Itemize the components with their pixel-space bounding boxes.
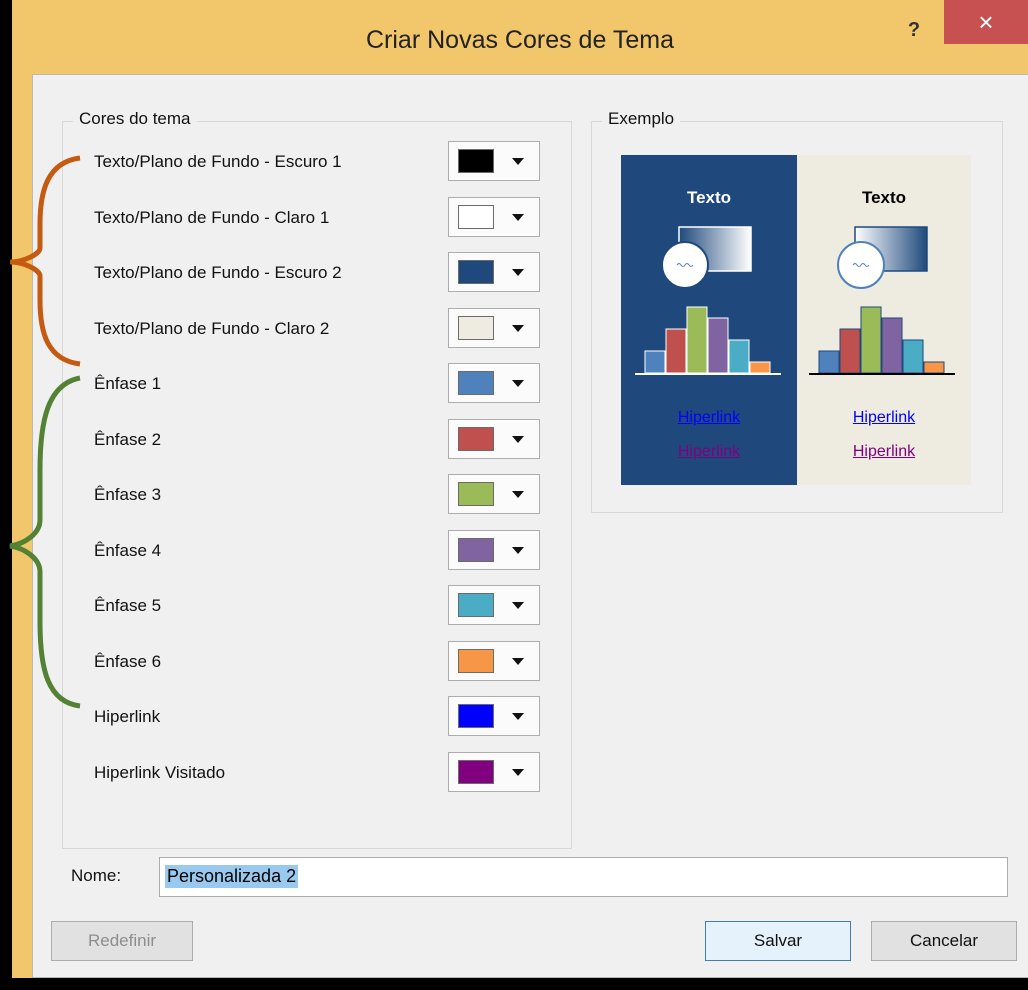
theme-color-picker[interactable] [448, 141, 540, 181]
preview-dark-visited-hyperlink[interactable]: Hiperlink [621, 443, 797, 461]
preview-light-hyperlink[interactable]: Hiperlink [797, 409, 971, 427]
preview-bar [686, 306, 708, 374]
color-swatch [458, 260, 494, 284]
theme-color-label: Texto/Plano de Fundo - Claro 2 [94, 318, 330, 338]
preview-bar [860, 306, 882, 374]
title-bar[interactable]: Criar Novas Cores de Tema ? × [12, 0, 1028, 74]
dropdown-arrow-icon [512, 213, 524, 221]
text-background-brace [9, 155, 81, 367]
color-swatch [458, 204, 494, 229]
preview-bar [749, 361, 771, 374]
theme-color-picker[interactable] [448, 696, 540, 736]
preview-bar [881, 317, 903, 374]
theme-color-picker[interactable] [448, 640, 540, 681]
grouping-braces [9, 155, 81, 709]
theme-color-picker[interactable] [448, 418, 540, 459]
theme-color-picker[interactable] [448, 363, 540, 403]
theme-color-label: Texto/Plano de Fundo - Claro 1 [94, 207, 330, 227]
color-swatch [458, 482, 494, 506]
preview-bar [923, 361, 945, 374]
close-button[interactable]: × [944, 0, 1028, 44]
preview-bar [665, 328, 687, 374]
color-swatch [458, 149, 494, 173]
example-group-label: Exemplo [602, 109, 681, 129]
dropdown-arrow-icon [512, 546, 524, 554]
window-bottom-edge [12, 978, 1028, 990]
theme-colors-group-label: Cores do tema [73, 109, 197, 129]
dialog-client-area: Cores do tema Exemplo Texto Hiperlink Hi… [32, 74, 1028, 978]
preview-bar [839, 328, 861, 374]
theme-color-picker[interactable] [448, 585, 540, 625]
preview-bar [818, 350, 840, 374]
color-swatch [458, 371, 494, 395]
color-swatch [458, 426, 494, 451]
preview-bar [902, 339, 924, 374]
name-input[interactable]: Personalizada 2 [159, 857, 1008, 897]
preview-dark-panel: Texto Hiperlink Hiperlink [621, 155, 797, 485]
theme-color-picker[interactable] [448, 474, 540, 514]
theme-color-picker[interactable] [448, 529, 540, 570]
cancel-button[interactable]: Cancelar [871, 921, 1017, 961]
dialog-title: Criar Novas Cores de Tema [366, 26, 674, 54]
preview-dark-graphics [635, 226, 781, 375]
theme-color-picker[interactable] [448, 196, 540, 237]
dropdown-arrow-icon [512, 657, 524, 665]
dropdown-arrow-icon [512, 324, 524, 332]
dropdown-arrow-icon [512, 768, 524, 776]
preview-light-visited-hyperlink[interactable]: Hiperlink [797, 443, 971, 461]
accents-brace [9, 375, 81, 709]
color-swatch [458, 704, 494, 728]
theme-color-picker[interactable] [448, 307, 540, 348]
dropdown-arrow-icon [512, 713, 524, 720]
color-swatch [458, 593, 494, 617]
preview-light-graphics [809, 226, 955, 375]
save-button[interactable]: Salvar [705, 921, 851, 961]
theme-color-picker[interactable] [448, 751, 540, 792]
dropdown-arrow-icon [512, 435, 524, 443]
theme-color-picker[interactable] [448, 252, 540, 292]
dropdown-arrow-icon [512, 491, 524, 498]
preview-light-panel: Texto Hiperlink Hiperlink [797, 155, 971, 485]
preview-light-bars [818, 306, 945, 374]
preview-bar [728, 339, 750, 374]
preview-bar [644, 350, 666, 374]
preview-dark-bars [644, 306, 771, 374]
reset-button[interactable]: Redefinir [51, 921, 193, 961]
preview-dark-hyperlink[interactable]: Hiperlink [621, 409, 797, 427]
example-preview: Texto Hiperlink Hiperlink Texto Hiperlin… [621, 155, 971, 485]
color-swatch [458, 759, 494, 784]
help-button[interactable]: ? [900, 16, 928, 44]
color-swatch [458, 537, 494, 562]
dropdown-arrow-icon [512, 158, 524, 165]
color-swatch [458, 315, 494, 340]
dropdown-arrow-icon [512, 602, 524, 609]
theme-color-label: Texto/Plano de Fundo - Escuro 1 [94, 152, 342, 171]
preview-bar [707, 317, 729, 374]
color-swatch [458, 648, 494, 673]
dropdown-arrow-icon [512, 380, 524, 387]
theme-color-label: Texto/Plano de Fundo - Escuro 2 [94, 263, 342, 282]
dropdown-arrow-icon [512, 269, 524, 276]
name-input-value: Personalizada 2 [165, 865, 299, 888]
